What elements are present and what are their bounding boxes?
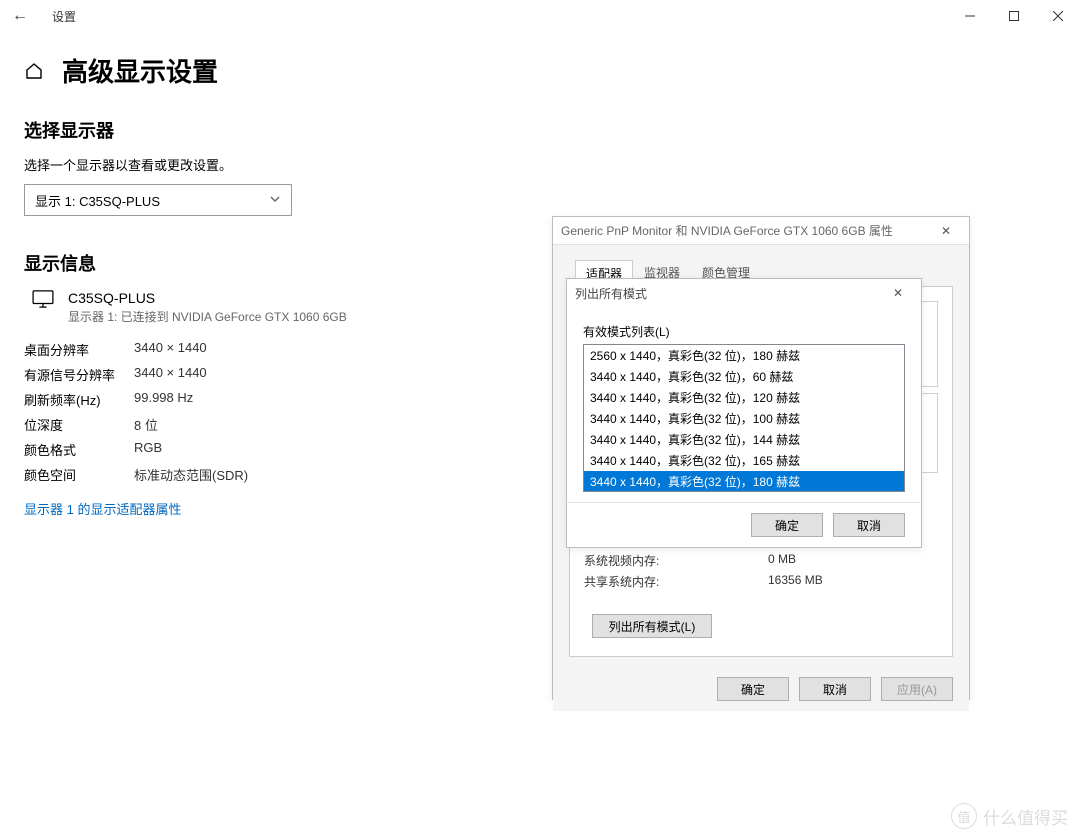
monitor-description: 显示器 1: 已连接到 NVIDIA GeForce GTX 1060 6GB [68, 308, 347, 325]
close-icon[interactable]: ✕ [883, 286, 913, 300]
info-value: 标准动态范围(SDR) [134, 465, 248, 484]
close-button[interactable] [1036, 0, 1080, 32]
info-label: 有源信号分辨率 [24, 365, 134, 384]
kv-shared-mem: 共享系统内存: 16356 MB [584, 571, 938, 592]
watermark: 值 什么值得买 [951, 803, 1068, 829]
window-titlebar: ← 设置 [0, 0, 1080, 32]
apply-button[interactable]: 应用(A) [881, 677, 953, 701]
back-button[interactable]: ← [0, 7, 40, 25]
cancel-button[interactable]: 取消 [833, 513, 905, 537]
monitor-name: C35SQ-PLUS [68, 290, 347, 306]
dialog-titlebar: Generic PnP Monitor 和 NVIDIA GeForce GTX… [553, 217, 969, 245]
mode-item[interactable]: 3440 x 1440，真彩色(32 位)，180 赫兹 [584, 471, 904, 492]
mode-item[interactable]: 2560 x 1440，真彩色(32 位)，180 赫兹 [584, 345, 904, 366]
info-value: 99.998 Hz [134, 390, 193, 409]
info-label: 颜色空间 [24, 465, 134, 484]
info-value: 3440 × 1440 [134, 365, 207, 384]
select-display-hint: 选择一个显示器以查看或更改设置。 [24, 155, 1056, 174]
mode-item[interactable]: 3440 x 1440，真彩色(32 位)，60 赫兹 [584, 366, 904, 387]
info-value: RGB [134, 440, 162, 459]
ok-button[interactable]: 确定 [717, 677, 789, 701]
kv-sys-video-mem: 系统视频内存: 0 MB [584, 550, 938, 571]
info-label: 颜色格式 [24, 440, 134, 459]
display-select[interactable]: 显示 1: C35SQ-PLUS [24, 184, 292, 216]
minimize-button[interactable] [948, 0, 992, 32]
modes-list-label: 有效模式列表(L) [583, 323, 905, 340]
section-select-display: 选择显示器 [24, 117, 1056, 143]
chevron-down-icon [269, 193, 281, 208]
cancel-button[interactable]: 取消 [799, 677, 871, 701]
home-icon[interactable] [24, 61, 44, 81]
dialog-title: 列出所有模式 [575, 285, 647, 302]
info-label: 桌面分辨率 [24, 340, 134, 359]
mode-item[interactable]: 3440 x 1440，真彩色(32 位)，120 赫兹 [584, 387, 904, 408]
maximize-button[interactable] [992, 0, 1036, 32]
info-value: 3440 × 1440 [134, 340, 207, 359]
ok-button[interactable]: 确定 [751, 513, 823, 537]
window-title: 设置 [40, 8, 76, 25]
mode-item[interactable]: 3440 x 1440，真彩色(32 位)，100 赫兹 [584, 408, 904, 429]
info-label: 位深度 [24, 415, 134, 434]
monitor-icon [32, 290, 54, 311]
page-title: 高级显示设置 [62, 52, 218, 89]
dialog-title: Generic PnP Monitor 和 NVIDIA GeForce GTX… [561, 222, 893, 239]
mode-item[interactable]: 3440 x 1440，真彩色(32 位)，144 赫兹 [584, 429, 904, 450]
close-icon[interactable]: ✕ [931, 224, 961, 238]
mode-item[interactable]: 3440 x 1440，真彩色(32 位)，165 赫兹 [584, 450, 904, 471]
list-all-modes-button[interactable]: 列出所有模式(L) [592, 614, 712, 638]
list-modes-dialog: 列出所有模式 ✕ 有效模式列表(L) 2560 x 1440，真彩色(32 位)… [566, 278, 922, 548]
display-select-value: 显示 1: C35SQ-PLUS [35, 191, 160, 210]
info-label: 刷新频率(Hz) [24, 390, 134, 409]
adapter-properties-link[interactable]: 显示器 1 的显示适配器属性 [24, 499, 181, 518]
info-value: 8 位 [134, 415, 158, 434]
modes-list[interactable]: 2560 x 1440，真彩色(32 位)，180 赫兹3440 x 1440，… [583, 344, 905, 492]
